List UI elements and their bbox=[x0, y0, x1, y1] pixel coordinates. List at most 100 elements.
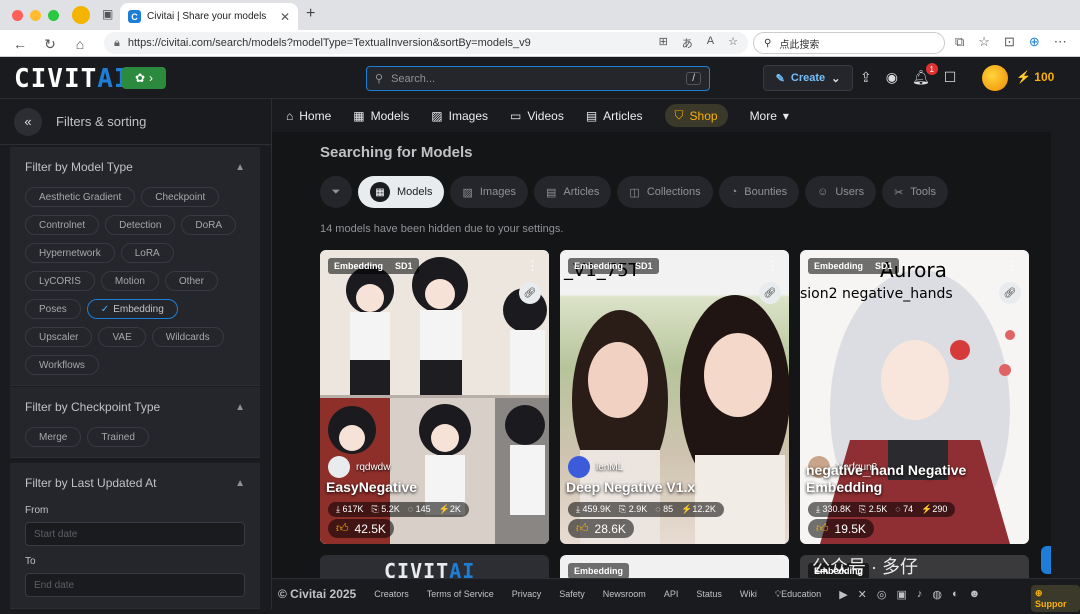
translate-icon[interactable]: あ bbox=[682, 35, 693, 51]
model-type-chip-workflows[interactable]: Workflows bbox=[25, 355, 99, 375]
model-type-chip-controlnet[interactable]: Controlnet bbox=[25, 215, 100, 235]
footer-link-terms[interactable]: Terms of Service bbox=[427, 589, 494, 599]
tab-images[interactable]: ▨ Images bbox=[450, 176, 528, 208]
x-icon[interactable]: ✕ bbox=[858, 588, 867, 601]
collapse-sidebar-button[interactable]: « bbox=[14, 107, 42, 136]
card-menu-icon[interactable]: ⋮ bbox=[1006, 258, 1019, 274]
bell-icon[interactable]: 🔔︎ 1 bbox=[912, 63, 938, 86]
start-date-input[interactable]: Start date bbox=[25, 522, 245, 546]
avatar[interactable] bbox=[982, 65, 1008, 91]
model-card[interactable]: CIVITAI bbox=[320, 555, 549, 578]
link-icon[interactable]: 🔗︎ bbox=[759, 282, 781, 304]
minimize-window-button[interactable] bbox=[30, 9, 41, 21]
footer-link-creators[interactable]: Creators bbox=[374, 589, 409, 599]
scrollbar-area[interactable] bbox=[1051, 99, 1080, 609]
model-type-chip-wildcards[interactable]: Wildcards bbox=[151, 327, 224, 347]
github-icon[interactable]: ◐ bbox=[952, 588, 959, 601]
tab-bounties[interactable]: ◔ Bounties bbox=[718, 176, 800, 208]
browser-search-field[interactable]: ⚲ 点此搜索 bbox=[753, 32, 945, 54]
link-icon[interactable]: 🔗︎ bbox=[999, 282, 1021, 304]
buzz-balance[interactable]: ⚡ 100 bbox=[1016, 70, 1054, 84]
favorites-icon[interactable]: ☆ bbox=[978, 34, 990, 50]
instagram-icon[interactable]: ◎ bbox=[877, 588, 887, 601]
footer-link-newsroom[interactable]: Newsroom bbox=[603, 589, 646, 599]
tab-collections[interactable]: ◫ Collections bbox=[617, 176, 713, 208]
model-card[interactable]: Embedding bbox=[560, 555, 789, 578]
checkpoint-type-chip-trained[interactable]: Trained bbox=[87, 427, 149, 447]
model-type-chip-dora[interactable]: DoRA bbox=[181, 215, 237, 235]
model-card[interactable]: Aurora sion2 negative_hands Embedding SD1… bbox=[800, 250, 1029, 544]
checkpoint-type-chip-merge[interactable]: Merge bbox=[25, 427, 82, 447]
reddit-icon[interactable]: ◍ bbox=[932, 588, 942, 601]
creator[interactable]: lenML bbox=[568, 456, 623, 478]
footer-link-safety[interactable]: Safety bbox=[559, 589, 585, 599]
discord-icon[interactable]: ☻ bbox=[969, 588, 981, 601]
home-icon[interactable]: ⌂ bbox=[68, 36, 92, 53]
model-type-chip-upscaler[interactable]: Upscaler bbox=[25, 327, 93, 347]
tab-models[interactable]: ▦ Models bbox=[358, 176, 445, 208]
collections-icon[interactable]: ⊡ bbox=[1004, 34, 1015, 50]
model-type-chip-embedding[interactable]: ✓ Embedding bbox=[86, 299, 178, 319]
close-tab-icon[interactable]: ✕ bbox=[280, 10, 290, 24]
model-type-chip-detection[interactable]: Detection bbox=[105, 215, 176, 235]
last-updated-header[interactable]: Filter by Last Updated At ▲ bbox=[10, 463, 260, 503]
back-icon[interactable]: ← bbox=[8, 36, 32, 53]
footer-link-api[interactable]: API bbox=[664, 589, 679, 599]
reload-icon[interactable]: ↻ bbox=[38, 36, 62, 53]
address-bar[interactable]: 🔒︎ https://civitai.com/search/models?mod… bbox=[104, 32, 748, 54]
nav-home[interactable]: ⌂ Home bbox=[286, 109, 331, 123]
model-type-chip-lora[interactable]: LoRA bbox=[120, 243, 174, 263]
nav-images[interactable]: ▨ Images bbox=[431, 109, 488, 123]
favorite-star-icon[interactable]: ☆ bbox=[728, 35, 738, 51]
maximize-window-button[interactable] bbox=[48, 9, 59, 21]
model-card[interactable]: _V1_75T EmbeddingSD1 ⋮ 🔗︎ lenML Deep Neg… bbox=[560, 250, 789, 544]
read-aloud-icon[interactable]: A bbox=[707, 35, 714, 51]
create-button[interactable]: ✎ Create ⌄ bbox=[763, 65, 853, 91]
site-search-input[interactable]: ⚲ Search... / bbox=[366, 66, 710, 91]
model-type-chip-aesthetic-gradient[interactable]: Aesthetic Gradient bbox=[25, 187, 136, 207]
model-type-chip-lycoris[interactable]: LyCORIS bbox=[25, 271, 95, 291]
footer-link-education[interactable]: 💡︎Education bbox=[775, 589, 821, 600]
close-window-button[interactable] bbox=[12, 9, 23, 21]
card-menu-icon[interactable]: ⋮ bbox=[766, 258, 779, 274]
event-badge[interactable]: ✿ › bbox=[122, 67, 166, 89]
model-type-chip-poses[interactable]: Poses bbox=[25, 299, 81, 319]
more-icon[interactable]: ⋯ bbox=[1054, 34, 1067, 50]
model-type-chip-vae[interactable]: VAE bbox=[98, 327, 146, 347]
support-button[interactable]: ⊕ Suppor bbox=[1031, 585, 1080, 612]
download-icon[interactable]: ⊕ bbox=[1029, 34, 1040, 50]
youtube-icon[interactable]: ▶ bbox=[839, 588, 847, 601]
grid-icon[interactable]: ⊞ bbox=[659, 35, 668, 51]
nav-articles[interactable]: ▤ Articles bbox=[586, 109, 643, 123]
model-type-chip-other[interactable]: Other bbox=[164, 271, 218, 291]
tab-tools[interactable]: ✂ Tools bbox=[882, 176, 948, 208]
creator[interactable]: rqdwdw bbox=[328, 456, 390, 478]
tiktok-icon[interactable]: ♪ bbox=[917, 588, 923, 601]
card-menu-icon[interactable]: ⋮ bbox=[526, 258, 539, 274]
model-type-header[interactable]: Filter by Model Type ▲ bbox=[10, 147, 260, 187]
civitai-logo[interactable]: CIVITAI bbox=[14, 64, 131, 94]
upload-icon[interactable]: ⇪ bbox=[860, 69, 872, 86]
model-type-chip-motion[interactable]: Motion bbox=[100, 271, 159, 291]
checkpoint-type-header[interactable]: Filter by Checkpoint Type ▲ bbox=[10, 387, 260, 427]
eye-icon[interactable]: ◉ bbox=[886, 69, 898, 86]
twitch-icon[interactable]: ▣ bbox=[896, 588, 906, 601]
end-date-input[interactable]: End date bbox=[25, 573, 245, 597]
nav-videos[interactable]: ▭ Videos bbox=[510, 109, 564, 123]
browser-tab[interactable]: C Civitai | Share your models ✕ bbox=[120, 3, 298, 30]
footer-link-wiki[interactable]: Wiki bbox=[740, 589, 757, 599]
tabs-overview-icon[interactable]: ▣ bbox=[102, 7, 113, 21]
footer-link-privacy[interactable]: Privacy bbox=[512, 589, 542, 599]
profile-icon[interactable] bbox=[72, 6, 90, 24]
nav-shop[interactable]: ⛉ Shop bbox=[664, 104, 728, 127]
link-icon[interactable]: 🔗︎ bbox=[519, 282, 541, 304]
tab-articles[interactable]: ▤ Articles bbox=[533, 176, 612, 208]
new-tab-icon[interactable]: + bbox=[306, 5, 315, 23]
model-type-chip-checkpoint[interactable]: Checkpoint bbox=[141, 187, 220, 207]
nav-more[interactable]: More ▾ bbox=[750, 109, 789, 123]
model-card[interactable]: Embedding SD1 ⋮ 🔗︎ rqdwdw EasyNegative ⤓ … bbox=[320, 250, 549, 544]
extensions-icon[interactable]: ⧉ bbox=[955, 34, 964, 50]
filter-button[interactable]: ⏷ bbox=[320, 176, 352, 208]
chat-icon[interactable]: ☐ bbox=[944, 69, 957, 86]
tab-users[interactable]: ☺ Users bbox=[805, 176, 877, 208]
